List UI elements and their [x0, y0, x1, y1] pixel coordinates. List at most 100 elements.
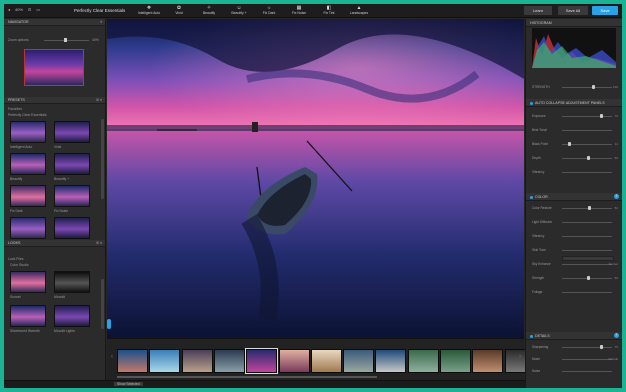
- filmstrip-thumbnail[interactable]: [213, 349, 245, 373]
- adjustment-label: Sky Enhance: [532, 262, 551, 266]
- filmstrip-thumbnail[interactable]: [117, 349, 148, 373]
- tool-intelligent-auto[interactable]: ❖ Intelligent Auto: [134, 5, 164, 17]
- details-help-icon[interactable]: ?: [614, 333, 619, 338]
- adjustment-knob[interactable]: [599, 114, 603, 118]
- adjustment-label: Color Restore: [532, 206, 552, 210]
- navigator-header[interactable]: NAVIGATOR ▾: [4, 19, 105, 26]
- filmstrip-scrollbar[interactable]: [117, 376, 377, 378]
- strength-knob[interactable]: [592, 85, 595, 89]
- tool-label: Landscapes: [349, 11, 369, 15]
- tool-fix-dark[interactable]: ☼ Fix Dark: [254, 5, 284, 17]
- filmstrip-prev-icon[interactable]: ‹: [111, 354, 113, 360]
- filmstrip: ‹ ›: [107, 338, 536, 380]
- looks-header[interactable]: LOOKS ⊞ ▾: [4, 240, 105, 247]
- adjustment-slider[interactable]: [562, 250, 612, 251]
- presets-menu-icon[interactable]: ⊞ ▾: [96, 97, 102, 104]
- tool-beautify[interactable]: ✧ Beautify: [194, 5, 224, 17]
- save-button[interactable]: Save: [592, 6, 618, 15]
- sky-mode-select[interactable]: [562, 256, 614, 261]
- presets-group-essentials[interactable]: Perfectly Clear Essentials: [8, 113, 47, 117]
- preset-thumbnail[interactable]: [54, 217, 90, 239]
- zoom-level[interactable]: 40%: [15, 7, 23, 12]
- filmstrip-thumbnail[interactable]: [310, 349, 342, 373]
- details-header[interactable]: DETAILS?: [526, 332, 622, 340]
- look-thumbnail[interactable]: [54, 271, 90, 293]
- preset-label: Beautify +: [54, 177, 70, 181]
- preset-thumbnail[interactable]: [10, 217, 46, 239]
- adjustment-row: Foliage: [532, 290, 618, 295]
- tool-fix-noise[interactable]: ▦ Fix Noise: [284, 5, 314, 17]
- adjustment-row: Sky Enhance Sunset: [532, 262, 618, 267]
- looks-menu-icon[interactable]: ⊞ ▾: [96, 240, 102, 247]
- look-thumbnail[interactable]: [10, 305, 46, 327]
- adjustment-knob[interactable]: [587, 156, 590, 160]
- preset-thumbnail[interactable]: [10, 185, 46, 207]
- filmstrip-thumbnail[interactable]: [245, 348, 279, 374]
- adjustment-slider[interactable]: [562, 172, 612, 173]
- collapse-icon[interactable]: ▾: [100, 19, 102, 26]
- show-selected-button[interactable]: Show Selected: [114, 382, 143, 386]
- filmstrip-next-icon[interactable]: ›: [519, 354, 521, 360]
- presets-group-favorites[interactable]: Favorites: [8, 107, 22, 111]
- main-image-viewer[interactable]: [107, 19, 524, 338]
- adjustment-slider[interactable]: [562, 130, 612, 131]
- filmstrip-thumbnail[interactable]: [375, 349, 407, 373]
- adjustment-slider[interactable]: [562, 347, 612, 348]
- navigator-thumbnail[interactable]: [24, 49, 84, 86]
- adjustment-knob[interactable]: [588, 206, 591, 210]
- zoom-slider-knob[interactable]: [64, 38, 67, 42]
- filmstrip-thumbnail[interactable]: [181, 349, 213, 373]
- left-panel: NAVIGATOR ▾ Zoom options 40% PRESETS ⊞ ▾ F…: [4, 19, 106, 388]
- left-arrow-icon[interactable]: ◂: [8, 7, 10, 12]
- look-thumbnail[interactable]: [10, 271, 46, 293]
- presets-header[interactable]: PRESETS ⊞ ▾: [4, 97, 105, 104]
- save-all-button[interactable]: Save All: [558, 6, 588, 15]
- filmstrip-thumbnail[interactable]: [440, 349, 471, 373]
- adjustment-slider[interactable]: [562, 264, 612, 265]
- color-help-icon[interactable]: ?: [614, 194, 619, 199]
- looks-group-files[interactable]: Look Files: [8, 257, 23, 261]
- before-after-handle[interactable]: [107, 319, 111, 329]
- preset-thumbnail[interactable]: [10, 121, 46, 143]
- adjustment-value: 52: [614, 206, 618, 210]
- tool-fix-tint[interactable]: ◧ Fix Tint: [314, 5, 344, 17]
- looks-group-color-studio[interactable]: Color Studio: [10, 263, 29, 267]
- filmstrip-thumbnail[interactable]: [149, 349, 181, 373]
- preset-thumbnail[interactable]: [54, 185, 90, 207]
- filmstrip-thumbnail[interactable]: [343, 349, 375, 373]
- adjustment-row: Strength 50: [532, 276, 618, 281]
- adjustment-slider[interactable]: [562, 222, 612, 223]
- adjustment-label: Best Tonal: [532, 128, 547, 132]
- adjustment-value: 11: [614, 142, 618, 146]
- filmstrip-thumbnail[interactable]: [278, 349, 310, 373]
- tool-landscapes[interactable]: ▲ Landscapes: [344, 5, 374, 17]
- filmstrip-thumbnail[interactable]: [472, 349, 504, 373]
- fit-icon[interactable]: ⊡: [28, 7, 31, 12]
- histogram-header[interactable]: HISTOGRAM: [526, 19, 622, 27]
- look-thumbnail[interactable]: [54, 305, 90, 327]
- adjustment-value: 75: [614, 114, 618, 118]
- preset-thumbnail[interactable]: [54, 121, 90, 143]
- compare-icon[interactable]: ▭: [36, 7, 40, 12]
- tool-label: Fix Tint: [323, 11, 335, 15]
- adjustment-knob[interactable]: [567, 142, 571, 146]
- auto-collapse-header[interactable]: AUTO COLLAPSE ADJUSTMENT PANELS: [526, 99, 622, 107]
- tool-beautify-[interactable]: ☺ Beautify +: [224, 5, 254, 17]
- adjustment-slider[interactable]: [562, 236, 612, 237]
- adjustment-slider[interactable]: [562, 292, 612, 293]
- tool-vivid[interactable]: ✿ Vivid: [164, 5, 194, 17]
- adjustment-slider[interactable]: [562, 359, 612, 360]
- learn-button[interactable]: Learn: [524, 6, 552, 15]
- adjustment-knob[interactable]: [587, 276, 590, 280]
- strength-slider[interactable]: [562, 87, 612, 88]
- filmstrip-thumbnail[interactable]: [407, 349, 439, 373]
- presets-scrollbar[interactable]: [101, 119, 104, 199]
- preset-thumbnail[interactable]: [54, 153, 90, 175]
- color-header[interactable]: COLOR?: [526, 193, 622, 201]
- adjustment-knob[interactable]: [599, 345, 603, 349]
- adjustment-slider[interactable]: [562, 371, 612, 372]
- looks-scrollbar[interactable]: [101, 279, 104, 329]
- adjustment-slider[interactable]: [562, 208, 612, 209]
- preset-thumbnail[interactable]: [10, 153, 46, 175]
- adjustment-slider[interactable]: [562, 116, 612, 117]
